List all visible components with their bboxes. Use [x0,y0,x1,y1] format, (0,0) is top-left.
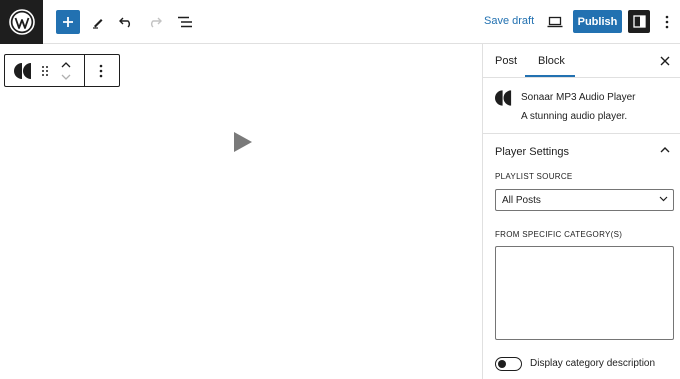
pencil-icon [93,19,103,29]
list-view-icon [178,16,192,28]
sonaar-icon [495,90,512,106]
more-vertical-icon [99,64,103,78]
settings-toggle-button[interactable] [628,10,650,33]
playlist-source-label: PLAYLIST SOURCE [495,172,573,181]
redo-icon [151,17,162,28]
desktop-icon [547,16,563,28]
category-description-label: Display category description [530,358,656,369]
block-card-description: A stunning audio player. [521,111,628,122]
editor-top-toolbar: Save draft Publish [0,0,680,44]
panel-title: Player Settings [495,146,569,158]
move-down-button[interactable] [59,71,73,83]
options-menu-button[interactable] [659,12,675,32]
plus-icon [63,17,73,27]
save-draft-button[interactable]: Save draft [484,15,534,27]
chevron-up-icon [660,147,670,153]
tab-post[interactable]: Post [495,44,517,78]
undo-button[interactable] [116,12,136,32]
tab-block[interactable]: Block [527,44,576,78]
drag-handle-icon [42,66,48,76]
wordpress-icon [8,9,35,35]
sonaar-icon [13,63,31,79]
block-options-button[interactable] [93,61,109,81]
player-settings-panel-toggle[interactable]: Player Settings [483,134,680,168]
playlist-source-value: All Posts [502,194,541,206]
sidebar-tabs: Post Block [483,44,680,78]
drag-handle[interactable] [38,63,52,79]
settings-panel-icon [632,15,646,28]
wordpress-logo-button[interactable] [0,0,43,44]
specific-category-label: FROM SPECIFIC CATEGORY(S) [495,230,623,239]
block-card: Sonaar MP3 Audio Player A stunning audio… [483,78,680,134]
move-up-button[interactable] [59,59,73,71]
block-type-button[interactable] [13,61,33,81]
playlist-source-select[interactable]: All Posts [495,189,674,211]
specific-category-field[interactable] [495,246,674,340]
add-block-button[interactable] [56,10,80,34]
move-up-icon [61,62,71,68]
undo-icon [119,17,130,28]
play-icon[interactable] [233,131,253,153]
block-card-title: Sonaar MP3 Audio Player [521,92,636,103]
active-tab-indicator [525,75,575,77]
list-view-button[interactable] [175,12,195,32]
block-toolbar [4,54,120,87]
publish-button[interactable]: Publish [573,10,622,33]
toolbar-divider [84,55,85,86]
redo-button[interactable] [145,12,165,32]
more-vertical-icon [665,15,669,29]
move-down-icon [61,74,71,80]
close-icon[interactable] [658,54,672,68]
preview-button[interactable] [545,12,565,32]
chevron-down-icon [659,196,668,202]
category-description-toggle[interactable] [495,357,522,371]
toggle-knob [498,360,506,368]
settings-sidebar: Post Block Sonaar MP3 Audio Player A stu… [482,44,680,379]
tools-button[interactable] [88,12,108,32]
